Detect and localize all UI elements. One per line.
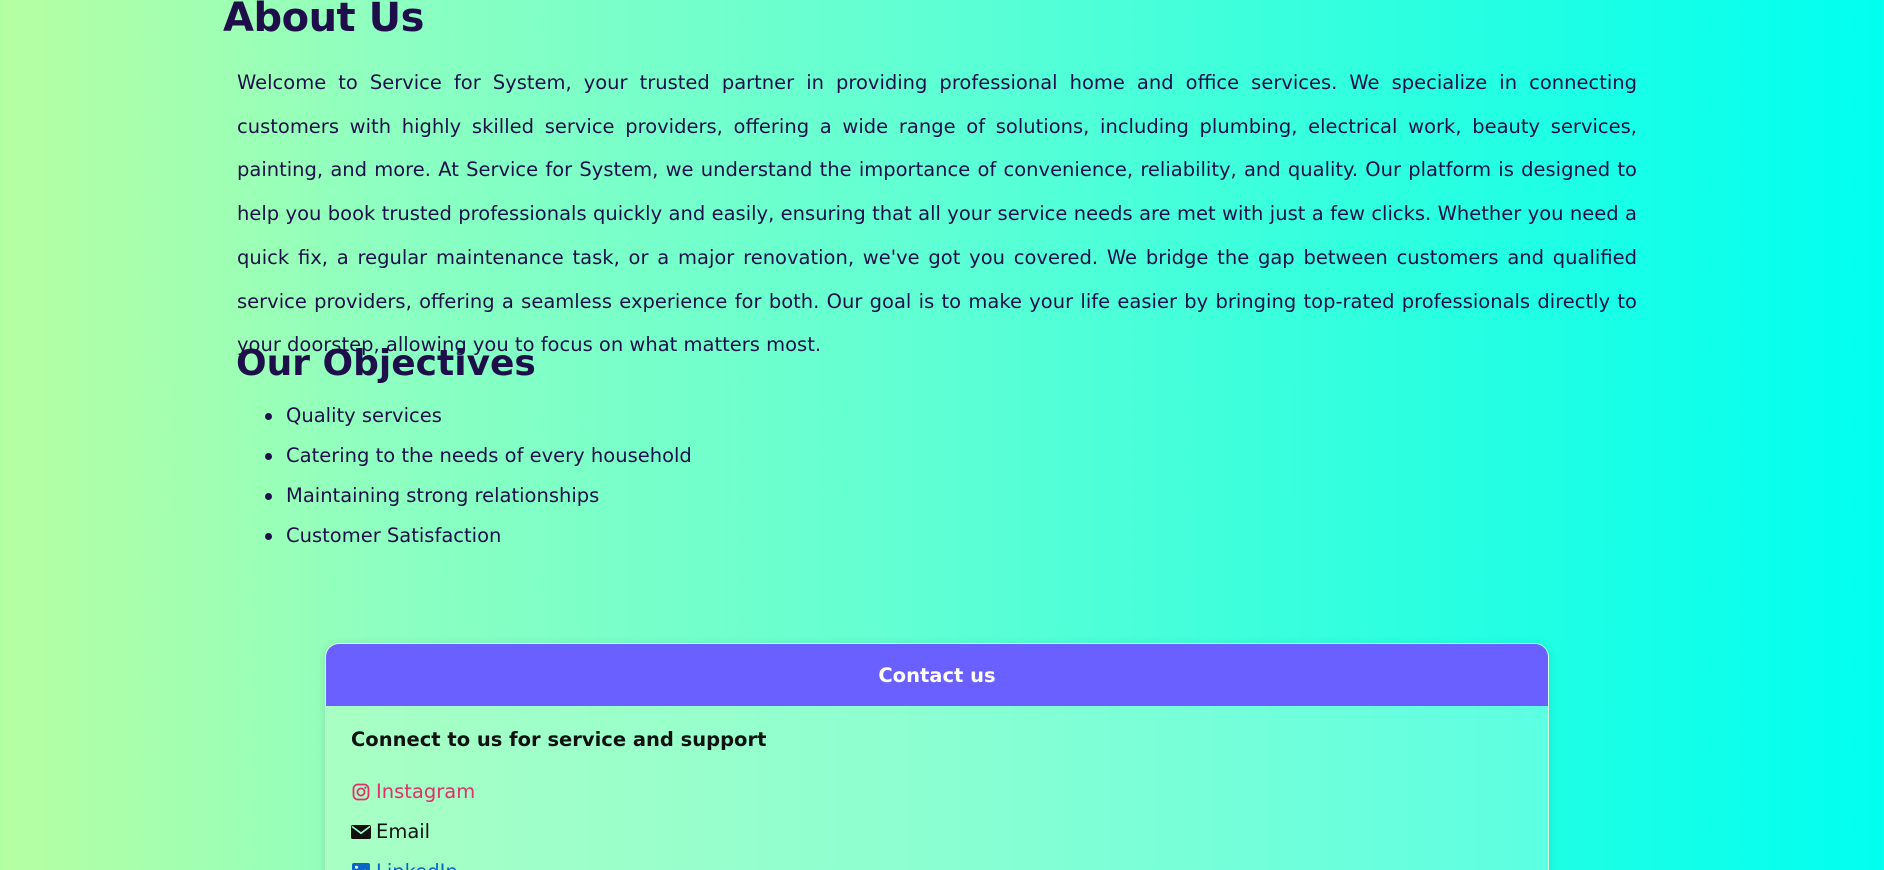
contact-header: Contact us bbox=[326, 644, 1548, 706]
email-label: Email bbox=[376, 820, 431, 843]
list-item: Customer Satisfaction bbox=[265, 516, 692, 556]
instagram-icon bbox=[351, 782, 371, 802]
objectives-list: Quality services Catering to the needs o… bbox=[265, 396, 692, 556]
objectives-heading: Our Objectives bbox=[236, 343, 536, 384]
envelope-icon bbox=[351, 822, 371, 842]
instagram-label: Instagram bbox=[376, 780, 476, 803]
contact-card: Contact us Connect to us for service and… bbox=[325, 643, 1549, 870]
page-title: About Us bbox=[223, 0, 424, 41]
linkedin-label: LinkedIn bbox=[376, 852, 458, 870]
list-item: Quality services bbox=[265, 396, 692, 436]
list-item: Catering to the needs of every household bbox=[265, 436, 692, 476]
instagram-link[interactable]: Instagram bbox=[351, 772, 1523, 812]
linkedin-icon bbox=[351, 862, 371, 870]
contact-body: Connect to us for service and support In… bbox=[326, 706, 1548, 870]
about-paragraph: Welcome to Service for System, your trus… bbox=[237, 71, 1637, 357]
contact-subtitle: Connect to us for service and support bbox=[351, 728, 767, 751]
list-item: Maintaining strong relationships bbox=[265, 476, 692, 516]
email-link[interactable]: Email bbox=[351, 812, 1523, 852]
linkedin-link[interactable]: LinkedIn bbox=[351, 852, 1523, 870]
